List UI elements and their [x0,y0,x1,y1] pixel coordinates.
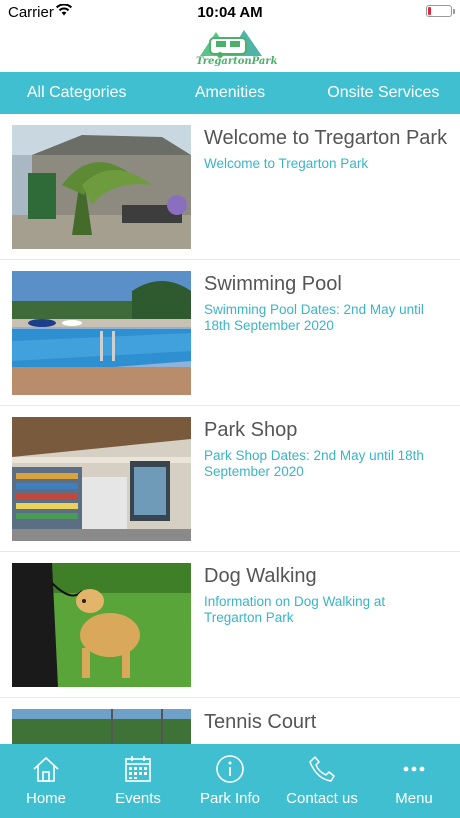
nav-home-label: Home [25,790,66,807]
list-item-tennis-court[interactable]: Tennis Court [0,698,460,744]
bottom-nav: Home Events Park Info Contact us Menu [0,744,460,818]
home-icon [33,756,59,782]
app-header: TregartonPark [0,24,460,72]
nav-events[interactable]: Events [92,744,184,818]
calendar-icon [125,756,151,782]
dog-walking-thumbnail [12,563,191,687]
phone-icon [309,756,335,782]
list-item-dog-walking[interactable]: Dog Walking Information on Dog Walking a… [0,552,460,698]
item-title: Welcome to Tregarton Park [204,127,448,149]
item-title: Park Shop [204,419,298,441]
nav-contact-us[interactable]: Contact us [276,744,368,818]
clock: 10:04 AM [197,4,263,21]
logo: TregartonPark [196,26,278,70]
list-item-swimming-pool[interactable]: Swimming Pool Swimming Pool Dates: 2nd M… [0,260,460,406]
more-icon [403,766,425,772]
nav-events-label: Events [115,790,161,807]
nav-park-info-label: Park Info [199,790,261,807]
item-description: Park Shop Dates: 2nd May until 18th Sept… [204,448,424,479]
nav-contact-us-label: Contact us [286,790,358,807]
nav-park-info[interactable]: Park Info [184,744,276,818]
welcome-thumbnail [12,125,191,249]
nav-home[interactable]: Home [0,744,92,818]
tennis-court-thumbnail [12,709,191,744]
item-description: Swimming Pool Dates: 2nd May until 18th … [204,302,424,333]
tab-all-categories[interactable]: All Categories [0,72,153,114]
category-bar: All Categories Amenities Onsite Services [0,72,460,114]
item-title: Swimming Pool [204,273,342,295]
logo-text: TregartonPark [196,56,278,67]
swimming-pool-thumbnail [12,271,191,395]
tab-amenities[interactable]: Amenities [153,72,306,114]
tab-onsite-services[interactable]: Onsite Services [307,72,460,114]
content-list[interactable]: Welcome to Tregarton Park Welcome to Tre… [0,114,460,744]
item-title: Dog Walking [204,565,317,587]
item-description: Welcome to Tregarton Park [204,156,369,171]
list-item-park-shop[interactable]: Park Shop Park Shop Dates: 2nd May until… [0,406,460,552]
nav-menu[interactable]: Menu [368,744,460,818]
caravan-tent-logo-icon [200,30,262,58]
list-item-welcome[interactable]: Welcome to Tregarton Park Welcome to Tre… [0,114,460,260]
info-icon [216,755,244,783]
item-title: Tennis Court [204,711,317,733]
status-bar: Carrier 10:04 AM [0,0,460,24]
nav-menu-label: Menu [395,790,433,807]
battery-icon [426,5,455,17]
park-shop-thumbnail [12,417,191,541]
item-description: Information on Dog Walking at Tregarton … [204,594,386,625]
